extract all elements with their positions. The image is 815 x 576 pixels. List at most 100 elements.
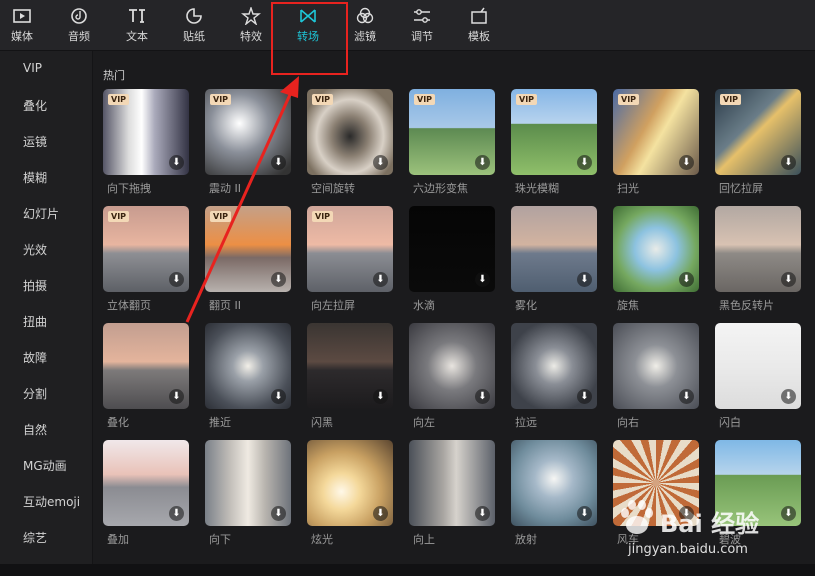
download-icon[interactable]: ⬇ (271, 155, 286, 170)
sidebar-item-split[interactable]: 分割 (23, 385, 47, 402)
vip-badge: VIP (108, 211, 130, 222)
sidebar-item-camera[interactable]: 运镜 (23, 133, 47, 150)
download-icon[interactable]: ⬇ (679, 389, 694, 404)
download-icon[interactable]: ⬇ (169, 506, 184, 521)
download-icon[interactable]: ⬇ (373, 272, 388, 287)
section-title: 热门 (103, 69, 125, 82)
sidebar-item-nature[interactable]: 自然 (23, 421, 47, 438)
transition-thumbnail[interactable]: ⬇ (103, 440, 189, 526)
transition-thumbnail[interactable]: ⬇ (715, 323, 801, 409)
paw-logo-icon (621, 500, 653, 534)
transition-label: 向下拖拽 (107, 182, 151, 195)
tab-audio[interactable]: 音频 (53, 0, 105, 50)
tab-media[interactable]: 媒体 (0, 0, 48, 50)
transition-thumbnail[interactable]: ⬇ (103, 323, 189, 409)
sidebar-item-light[interactable]: 光效 (23, 241, 47, 258)
transition-thumbnail[interactable]: ⬇ (613, 323, 699, 409)
tab-label: 贴纸 (183, 29, 205, 43)
download-icon[interactable]: ⬇ (475, 155, 490, 170)
download-icon[interactable]: ⬇ (169, 389, 184, 404)
sidebar-item-distort[interactable]: 扭曲 (23, 313, 47, 330)
tab-effects[interactable]: 特效 (225, 0, 277, 50)
transition-thumbnail[interactable]: ⬇ (205, 440, 291, 526)
transition-thumbnail[interactable]: ⬇ (715, 206, 801, 292)
download-icon[interactable]: ⬇ (577, 272, 592, 287)
transition-thumbnail[interactable]: VIP ⬇ (307, 206, 393, 292)
transition-thumbnail[interactable]: VIP ⬇ (205, 206, 291, 292)
transition-thumbnail[interactable]: ⬇ (613, 206, 699, 292)
transition-thumbnail[interactable]: VIP ⬇ (511, 89, 597, 175)
transition-thumbnail[interactable]: VIP ⬇ (103, 206, 189, 292)
download-icon[interactable]: ⬇ (373, 389, 388, 404)
transition-label: 放射 (515, 533, 537, 546)
transition-thumbnail[interactable]: ⬇ (511, 323, 597, 409)
sidebar-item-slide[interactable]: 幻灯片 (23, 205, 59, 222)
download-icon[interactable]: ⬇ (781, 272, 796, 287)
transition-thumbnail[interactable]: VIP ⬇ (307, 89, 393, 175)
sidebar-item-shoot[interactable]: 拍摄 (23, 277, 47, 294)
vip-badge: VIP (312, 94, 334, 105)
tab-sticker[interactable]: 贴纸 (168, 0, 220, 50)
transition-label: 闪白 (719, 416, 741, 429)
transition-thumbnail[interactable]: ⬇ (511, 440, 597, 526)
transition-thumbnail[interactable]: ⬇ (409, 440, 495, 526)
adjust-icon (414, 8, 430, 23)
download-icon[interactable]: ⬇ (577, 506, 592, 521)
transition-thumbnail[interactable]: ⬇ (409, 206, 495, 292)
download-icon[interactable]: ⬇ (475, 272, 490, 287)
vip-badge: VIP (618, 94, 640, 105)
transition-label: 黑色反转片 (719, 299, 774, 312)
transition-thumbnail[interactable]: VIP ⬇ (613, 89, 699, 175)
download-icon[interactable]: ⬇ (271, 389, 286, 404)
sidebar-item-vip[interactable]: VIP (23, 61, 42, 75)
category-sidebar: VIP 叠化 运镜 模糊 幻灯片 光效 拍摄 扭曲 故障 分割 自然 MG动画 … (0, 51, 93, 564)
transition-thumbnail[interactable]: ⬇ (409, 323, 495, 409)
transition-thumbnail[interactable]: ⬇ (511, 206, 597, 292)
transition-label: 拉远 (515, 416, 537, 429)
download-icon[interactable]: ⬇ (781, 389, 796, 404)
tab-label: 模板 (468, 29, 490, 43)
transition-thumbnail[interactable]: ⬇ (307, 440, 393, 526)
tab-text[interactable]: 文本 (111, 0, 163, 50)
download-icon[interactable]: ⬇ (679, 272, 694, 287)
template-icon (471, 7, 487, 24)
effects-icon (241, 6, 261, 25)
sidebar-item-dissolve[interactable]: 叠化 (23, 97, 47, 114)
sidebar-item-mg[interactable]: MG动画 (23, 457, 67, 474)
transition-label: 水滴 (413, 299, 435, 312)
tab-template[interactable]: 模板 (453, 0, 505, 50)
transition-thumbnail[interactable]: VIP ⬇ (715, 89, 801, 175)
sidebar-item-variety[interactable]: 综艺 (23, 529, 47, 546)
transition-label: 闪黑 (311, 416, 333, 429)
download-icon[interactable]: ⬇ (577, 389, 592, 404)
download-icon[interactable]: ⬇ (373, 506, 388, 521)
transition-label: 震动 II (209, 182, 241, 195)
transition-thumbnail[interactable]: ⬇ (205, 323, 291, 409)
sidebar-item-blur[interactable]: 模糊 (23, 169, 47, 186)
transition-label: 向左 (413, 416, 435, 429)
download-icon[interactable]: ⬇ (169, 155, 184, 170)
highlight-box (271, 2, 348, 75)
download-icon[interactable]: ⬇ (271, 506, 286, 521)
transition-label: 六边形变焦 (413, 182, 468, 195)
transition-thumbnail[interactable]: VIP ⬇ (103, 89, 189, 175)
download-icon[interactable]: ⬇ (271, 272, 286, 287)
transition-thumbnail[interactable]: ⬇ (307, 323, 393, 409)
transition-thumbnail[interactable]: VIP ⬇ (205, 89, 291, 175)
transition-thumbnail[interactable]: VIP ⬇ (409, 89, 495, 175)
sticker-icon (186, 7, 202, 24)
tab-adjust[interactable]: 调节 (396, 0, 448, 50)
download-icon[interactable]: ⬇ (577, 155, 592, 170)
audio-icon (71, 7, 87, 24)
download-icon[interactable]: ⬇ (373, 155, 388, 170)
vip-badge: VIP (108, 94, 130, 105)
sidebar-item-emoji[interactable]: 互动emoji (23, 493, 80, 510)
download-icon[interactable]: ⬇ (781, 155, 796, 170)
download-icon[interactable]: ⬇ (475, 506, 490, 521)
download-icon[interactable]: ⬇ (475, 389, 490, 404)
transition-label: 珠光模糊 (515, 182, 559, 195)
transition-label: 推近 (209, 416, 231, 429)
download-icon[interactable]: ⬇ (169, 272, 184, 287)
download-icon[interactable]: ⬇ (679, 155, 694, 170)
sidebar-item-glitch[interactable]: 故障 (23, 349, 47, 366)
